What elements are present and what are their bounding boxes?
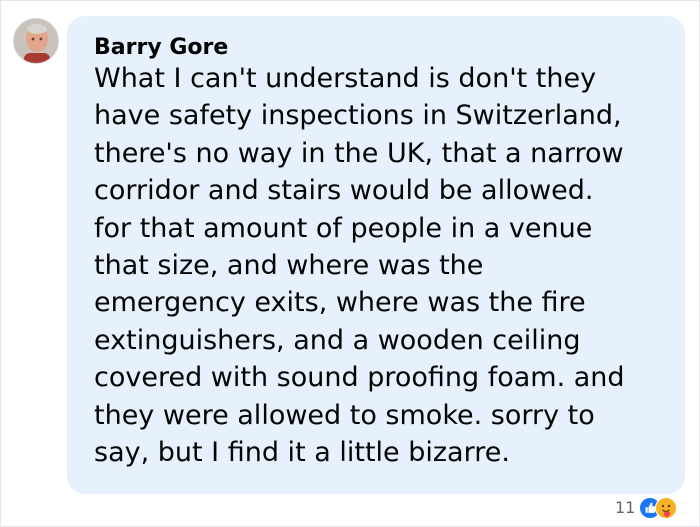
reactions-summary[interactable]: 11 bbox=[615, 496, 678, 520]
comment-text-line: extinguishers, and a wooden ceiling bbox=[94, 324, 581, 356]
comment-text-line: there's no way in the UK, that a narrow bbox=[94, 137, 624, 169]
reaction-count: 11 bbox=[615, 498, 636, 517]
comment-card: Barry Gore What I can't understand is do… bbox=[0, 0, 700, 527]
comment-text-line: emergency exits, where was the fire bbox=[94, 287, 586, 319]
avatar[interactable] bbox=[13, 18, 59, 64]
comment-text-line: have safety inspections in Switzerland, bbox=[94, 100, 622, 132]
avatar-photo bbox=[14, 19, 58, 63]
comment-text-line: they were allowed to smoke. sorry to bbox=[94, 399, 595, 431]
comment-text-line: that size, and where was the bbox=[94, 250, 484, 282]
comment-text-line: covered with sound proofing foam. and bbox=[94, 362, 625, 394]
comment-text-line: for that amount of people in a venue bbox=[94, 212, 593, 244]
comment-text-line: What I can't understand is don't they bbox=[94, 63, 597, 94]
care-icon bbox=[655, 497, 678, 519]
comment-text-line: say, but I find it a little bizarre. bbox=[94, 437, 510, 469]
comment-author[interactable]: Barry Gore bbox=[94, 34, 228, 62]
comment-text-line: corridor and stairs would be allowed. bbox=[94, 175, 594, 207]
comment-text: What I can't understand is don't they ha… bbox=[94, 60, 674, 471]
